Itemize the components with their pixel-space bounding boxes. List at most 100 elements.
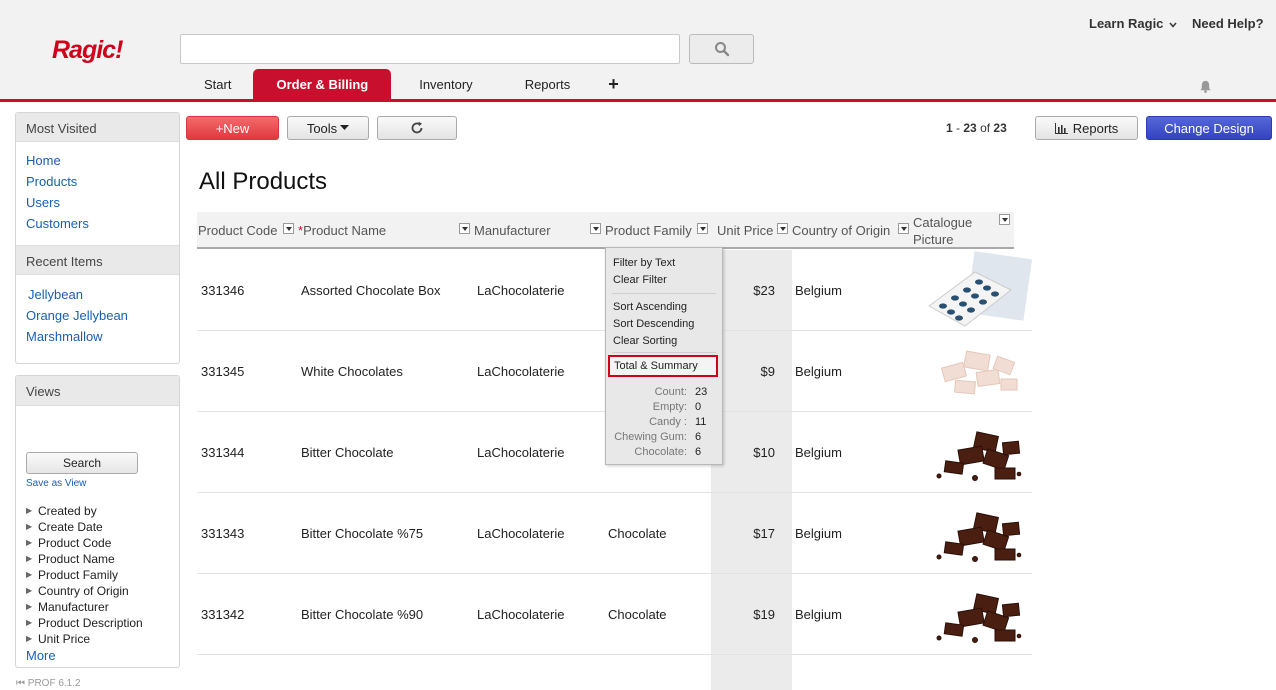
cell-product-family: Chocolate: [608, 525, 667, 541]
cell-unit-price: $17: [753, 525, 775, 541]
column-menu-catalogue-picture[interactable]: [999, 214, 1010, 225]
table-row[interactable]: 331342 Bitter Chocolate %90 LaChocolaterie…: [197, 574, 1032, 655]
view-field-label: Product Code: [38, 536, 112, 550]
add-tab-button[interactable]: +: [594, 69, 633, 100]
cell-product-code: 331346: [201, 282, 245, 298]
catalogue-picture[interactable]: [915, 574, 1032, 654]
expand-triangle-icon: ▶: [26, 554, 33, 563]
view-field-manufacturer[interactable]: ▶ Manufacturer: [26, 599, 179, 615]
sidebar-link-home[interactable]: Home: [26, 150, 169, 171]
search-button[interactable]: [689, 34, 754, 64]
tab-reports[interactable]: Reports: [501, 69, 595, 100]
column-header-product-code[interactable]: Product Code: [198, 212, 278, 249]
column-header-label: Manufacturer: [474, 223, 551, 238]
cell-manufacturer: LaChocolaterie: [477, 606, 565, 622]
catalogue-picture[interactable]: [915, 331, 1032, 411]
recent-item-jellybean[interactable]: Jellybean: [26, 284, 169, 305]
sort-descending-item[interactable]: Sort Descending: [613, 317, 694, 331]
table-row[interactable]: 331343 Bitter Chocolate %75 LaChocolaterie…: [197, 493, 1032, 574]
summary-label: Empty:: [652, 401, 687, 413]
column-menu-product-name[interactable]: [459, 223, 470, 234]
most-visited-title: Most Visited: [16, 113, 179, 142]
column-menu-manufacturer[interactable]: [590, 223, 601, 234]
view-field-product-description[interactable]: ▶ Product Description: [26, 615, 179, 631]
column-menu-unit-price[interactable]: [777, 223, 788, 234]
cell-manufacturer: LaChocolaterie: [477, 525, 565, 541]
cell-country-of-origin: Belgium: [795, 525, 842, 541]
caret-down-icon: [592, 226, 599, 231]
clear-filter-item[interactable]: Clear Filter: [613, 273, 667, 287]
caret-down-icon: [779, 226, 786, 231]
cell-product-family: Chocolate: [608, 606, 667, 622]
recent-item-marshmallow[interactable]: Marshmallow: [26, 326, 169, 347]
column-options-menu: Filter by Text Clear Filter Sort Ascendi…: [605, 247, 723, 465]
catalogue-picture[interactable]: [915, 493, 1032, 573]
catalogue-picture[interactable]: [915, 412, 1032, 492]
refresh-button[interactable]: [377, 116, 457, 140]
need-help-link[interactable]: Need Help?: [1192, 16, 1264, 31]
ragic-logo[interactable]: Ragic!: [52, 36, 123, 65]
sidebar-link-users[interactable]: Users: [26, 192, 169, 213]
reports-button[interactable]: Reports: [1035, 116, 1138, 140]
recent-items-title: Recent Items: [16, 245, 179, 275]
expand-triangle-icon: ▶: [26, 618, 33, 627]
column-header-unit-price[interactable]: Unit Price: [717, 212, 773, 249]
tab-inventory[interactable]: Inventory: [391, 69, 500, 100]
catalogue-picture[interactable]: [915, 250, 1032, 330]
change-design-button[interactable]: Change Design: [1146, 116, 1272, 140]
view-field-country-of-origin[interactable]: ▶ Country of Origin: [26, 583, 179, 599]
caret-down-icon: [285, 226, 292, 231]
expand-triangle-icon: ▶: [26, 522, 33, 531]
view-field-list: ▶ Created by ▶ Create Date ▶ Product Code ▶…: [26, 503, 179, 647]
global-search-input[interactable]: [180, 34, 680, 64]
total-summary-item[interactable]: Total & Summary: [608, 355, 718, 377]
sidebar-link-products[interactable]: Products: [26, 171, 169, 192]
view-field-product-name[interactable]: ▶ Product Name: [26, 551, 179, 567]
expand-triangle-icon: ▶: [26, 570, 33, 579]
caret-down-icon: [1001, 217, 1008, 222]
view-field-create-date[interactable]: ▶ Create Date: [26, 519, 179, 535]
cell-unit-price: $9: [760, 363, 775, 379]
views-title: Views: [16, 376, 179, 406]
column-header-label: Country of Origin: [792, 223, 891, 238]
column-header-catalogue-picture[interactable]: Catalogue Picture: [913, 212, 993, 249]
top-tabs: Start Order & Billing Inventory Reports …: [182, 69, 633, 100]
learn-ragic-menu[interactable]: Learn Ragic: [1089, 16, 1177, 31]
cell-country-of-origin: Belgium: [795, 363, 842, 379]
cell-unit-price: $23: [753, 282, 775, 298]
collapse-icon[interactable]: ⏮: [16, 678, 25, 689]
column-menu-product-family[interactable]: [697, 223, 708, 234]
view-field-unit-price[interactable]: ▶ Unit Price: [26, 631, 179, 647]
tab-order-billing[interactable]: Order & Billing: [253, 69, 392, 100]
tools-menu-button[interactable]: Tools: [287, 116, 369, 140]
sidebar-link-customers[interactable]: Customers: [26, 213, 169, 234]
cell-unit-price: $10: [753, 444, 775, 460]
view-field-product-code[interactable]: ▶ Product Code: [26, 535, 179, 551]
chevron-down-icon: [1169, 22, 1177, 28]
views-more-link[interactable]: More: [26, 648, 179, 663]
column-header-country-of-origin[interactable]: Country of Origin: [792, 212, 890, 249]
sort-ascending-item[interactable]: Sort Ascending: [613, 300, 687, 314]
bell-icon[interactable]: [1199, 80, 1212, 93]
cell-country-of-origin: Belgium: [795, 444, 842, 460]
view-field-product-family[interactable]: ▶ Product Family: [26, 567, 179, 583]
views-panel: Views Search Save as View ▶ Created by ▶ C…: [15, 375, 180, 668]
column-header-product-family[interactable]: Product Family: [605, 212, 692, 249]
view-field-created-by[interactable]: ▶ Created by: [26, 503, 179, 519]
cell-product-code: 331343: [201, 525, 245, 541]
column-header-manufacturer[interactable]: Manufacturer: [474, 212, 551, 249]
tab-start[interactable]: Start: [182, 69, 253, 100]
views-search-button[interactable]: Search: [26, 452, 138, 474]
cell-product-name: White Chocolates: [301, 363, 403, 379]
column-header-label: Catalogue Picture: [913, 214, 973, 247]
new-record-button[interactable]: +New: [186, 116, 279, 140]
column-menu-product-code[interactable]: [283, 223, 294, 234]
cell-product-name: Bitter Chocolate: [301, 444, 394, 460]
save-as-view-link[interactable]: Save as View: [26, 478, 179, 489]
filter-by-text-item[interactable]: Filter by Text: [613, 256, 675, 270]
column-menu-country-of-origin[interactable]: [898, 223, 909, 234]
clear-sorting-item[interactable]: Clear Sorting: [613, 334, 677, 348]
summary-value: 6: [695, 446, 702, 458]
recent-item-orange-jellybean[interactable]: Orange Jellybean: [26, 305, 169, 326]
column-header-product-name[interactable]: * Product Name: [298, 212, 386, 249]
